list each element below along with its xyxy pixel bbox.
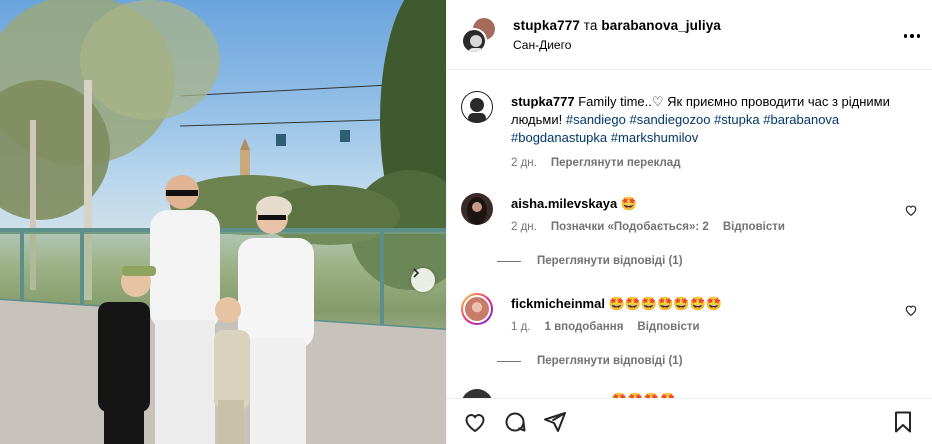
- caption-body: stupka777 Family time..♡ Як приємно пров…: [511, 93, 896, 147]
- avatar[interactable]: [461, 193, 493, 225]
- comment: aisha.milevskaya 🤩 2 дн. Позначки «Подоб…: [461, 193, 918, 263]
- bookmark-icon[interactable]: [891, 410, 915, 434]
- heart-icon[interactable]: [463, 410, 487, 434]
- location-link[interactable]: Сан-Диего: [513, 38, 721, 52]
- hashtag[interactable]: #sandiego: [566, 112, 626, 127]
- caption: stupka777 Family time..♡ Як приємно пров…: [461, 91, 918, 181]
- likes-count[interactable]: Позначки «Подобається»: 2: [551, 221, 709, 233]
- post-header: stupka777 та barabanova_juliya Сан-Диего: [447, 0, 932, 70]
- caption-username[interactable]: stupka777: [511, 94, 575, 109]
- comment: fickmicheinmal 🤩🤩🤩🤩🤩🤩🤩 1 д. 1 вподобання…: [461, 293, 918, 363]
- comment-time[interactable]: 2 дн.: [511, 221, 537, 233]
- post-photo[interactable]: [0, 0, 446, 444]
- hashtag[interactable]: #stupka: [714, 112, 760, 127]
- photo-illustration: [0, 0, 446, 444]
- view-replies-label: Переглянути відповіді (1): [537, 355, 683, 367]
- header-conjunction: та: [583, 17, 598, 33]
- comment-time[interactable]: 1 д.: [511, 321, 531, 333]
- divider-line: [497, 360, 521, 362]
- view-replies-button[interactable]: Переглянути відповіді (1): [497, 355, 683, 367]
- likes-count[interactable]: 1 вподобання: [545, 321, 624, 333]
- hashtag[interactable]: #bogdanastupka: [511, 130, 607, 145]
- hashtag[interactable]: #markshumilov: [611, 130, 698, 145]
- avatar[interactable]: [461, 91, 493, 123]
- comment-body: aisha.milevskaya 🤩: [511, 195, 896, 213]
- heart-icon[interactable]: [904, 203, 918, 217]
- heart-icon[interactable]: [904, 303, 918, 317]
- avatar[interactable]: [461, 389, 493, 398]
- header-user-2[interactable]: barabanova_juliya: [601, 18, 721, 33]
- caption-meta: 2 дн. Переглянути переклад: [511, 157, 681, 169]
- view-replies-label: Переглянути відповіді (1): [537, 255, 683, 267]
- comment-text: 🤩: [620, 196, 638, 211]
- hashtag[interactable]: #barabanova: [763, 112, 839, 127]
- comment-username[interactable]: fickmicheinmal: [511, 296, 605, 311]
- post-actions: [447, 398, 932, 444]
- caption-time[interactable]: 2 дн.: [511, 157, 537, 169]
- next-photo-button[interactable]: [411, 268, 435, 292]
- comment-text: 🤩🤩🤩🤩🤩🤩🤩: [608, 296, 722, 311]
- reply-button[interactable]: Відповісти: [723, 221, 785, 233]
- chevron-right-icon: [413, 268, 420, 278]
- comments-list[interactable]: stupka777 Family time..♡ Як приємно пров…: [447, 71, 932, 398]
- more-icon[interactable]: [900, 24, 924, 48]
- share-icon[interactable]: [543, 410, 567, 434]
- comment-username[interactable]: aisha.milevskaya: [511, 196, 617, 211]
- avatar[interactable]: [461, 293, 493, 325]
- comment-icon[interactable]: [503, 410, 527, 434]
- header-text: stupka777 та barabanova_juliya Сан-Диего: [513, 18, 721, 52]
- translate-button[interactable]: Переглянути переклад: [551, 157, 681, 169]
- reply-button[interactable]: Відповісти: [637, 321, 699, 333]
- comment: 🤩🤩🤩🤩: [461, 389, 918, 398]
- post-panel: stupka777 та barabanova_juliya Сан-Диего…: [446, 0, 932, 444]
- hashtag[interactable]: #sandiegozoo: [629, 112, 710, 127]
- comment-body: 🤩🤩🤩🤩: [611, 391, 896, 398]
- comment-body: fickmicheinmal 🤩🤩🤩🤩🤩🤩🤩: [511, 295, 896, 313]
- header-user-1[interactable]: stupka777: [513, 18, 580, 33]
- avatar[interactable]: [461, 27, 487, 54]
- header-users: stupka777 та barabanova_juliya: [513, 18, 721, 33]
- collab-avatars[interactable]: [461, 15, 499, 54]
- view-replies-button[interactable]: Переглянути відповіді (1): [497, 255, 683, 267]
- comment-meta: 1 д. 1 вподобання Відповісти: [511, 321, 700, 333]
- comment-meta: 2 дн. Позначки «Подобається»: 2 Відповіс…: [511, 221, 785, 233]
- divider-line: [497, 260, 521, 262]
